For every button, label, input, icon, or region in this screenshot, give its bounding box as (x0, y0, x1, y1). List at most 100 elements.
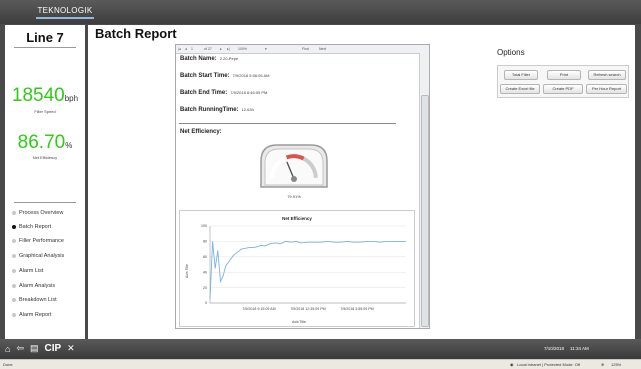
zoom-dropdown-icon[interactable]: ▾ (265, 47, 267, 51)
batch-end-row: Batch End Time: 7/9/2018 8:46:09 PM (180, 90, 267, 96)
chart-x-tick-label: 7/9/2018 3:55:09 PM (340, 307, 373, 311)
net-efficiency-metric: 86.70% (5, 133, 85, 156)
per-hour-report-button[interactable]: Per Hour Report (586, 84, 627, 94)
scrollbar-thumb[interactable] (421, 95, 429, 327)
bullet-icon (12, 254, 16, 258)
zoom-icon[interactable]: ⊕ (601, 362, 604, 367)
options-button-group: Total Filler Print Refresh search Create… (497, 65, 629, 98)
document-icon[interactable]: ▤ (30, 343, 39, 354)
top-bar: TEKNOLOGIK (0, 0, 641, 24)
running-time-value: 12.63h (241, 107, 254, 112)
sidebar-item-label: Process Overview (19, 210, 64, 216)
bullet-icon (12, 284, 16, 288)
net-efficiency-unit: % (65, 141, 73, 150)
sidebar-item-batch-report[interactable]: Batch Report (12, 224, 51, 230)
security-zone-label: Local intranet | Protected Mode: Off (517, 362, 580, 367)
total-filler-button[interactable]: Total Filler (504, 70, 538, 80)
sidebar-item-label: Graphical Analysis (19, 253, 65, 259)
nav-divider (14, 202, 76, 203)
bullet-icon (12, 313, 16, 317)
chart-y-axis-label: Axis Title (185, 264, 189, 278)
batch-end-value: 7/9/2018 8:46:09 PM (230, 90, 268, 95)
efficiency-gauge (260, 144, 328, 188)
sidebar-item-label: Alarm Analysis (19, 283, 56, 289)
sidebar-item-breakdown-list[interactable]: Breakdown List (12, 297, 57, 303)
filler-speed-unit: bph (64, 94, 79, 103)
sidebar-item-label: Alarm Report (19, 312, 52, 318)
net-efficiency-heading: Net Efficiency: (180, 129, 222, 135)
filler-speed-label: Filler Speed (34, 109, 56, 114)
batch-name-value: 2.20-Pepe (219, 56, 239, 61)
sidebar-item-alarm-report[interactable]: Alarm Report (12, 312, 51, 318)
last-page-icon[interactable]: ▸| (227, 47, 230, 51)
time-label: 11:34 AM (570, 346, 589, 351)
sidebar-item-process-overview[interactable]: Process Overview (12, 210, 63, 216)
net-efficiency-label: Net Efficiency (32, 155, 58, 160)
chart-x-axis-label: Axis Title (292, 320, 306, 324)
find-link[interactable]: Find (302, 47, 309, 51)
chart-x-tick-label: 7/9/2018 12:35:09 PM (290, 307, 325, 311)
report-viewer: |◂ ◂ 1 of 27 ▸ ▸| 100% ▾ Find Next Batch… (175, 44, 430, 329)
create-pdf-button[interactable]: Create PDF (543, 84, 583, 94)
bullet-icon (12, 269, 16, 273)
next-link[interactable]: Next (319, 47, 326, 51)
chart-y-tick-label: 60 (203, 255, 207, 259)
chart-x-ticks: 7/9/2018 9:15:09 AM 7/9/2018 12:35:09 PM 7… (242, 307, 373, 311)
cip-button[interactable]: CIP (45, 343, 62, 354)
sidebar-item-label: Breakdown List (19, 297, 57, 303)
sidebar-item-label: Filler Performance (19, 238, 64, 244)
net-efficiency-value: 86.70 (17, 132, 66, 153)
bullet-icon (12, 239, 16, 243)
close-icon[interactable]: ✕ (67, 343, 75, 354)
prev-page-icon[interactable]: ◂ (185, 47, 187, 51)
date-label: 7/10/2018 (544, 346, 565, 351)
bottom-icons: ⌂ ⇦ ▤ CIP ✕ (5, 343, 81, 354)
first-page-icon[interactable]: |◂ (178, 47, 181, 51)
gauge-value-label: 79.91% (287, 194, 301, 199)
chart-y-tick-label: 80 (203, 240, 207, 244)
report-divider (179, 123, 396, 124)
back-icon[interactable]: ⇦ (16, 343, 24, 354)
line-title: Line 7 (26, 30, 64, 45)
security-zone-icon: ◉ (510, 362, 514, 367)
bullet-icon (12, 225, 16, 229)
create-excel-button[interactable]: Create Excel file (500, 84, 540, 94)
batch-name-row: Batch Name: 2.20-Pepe (180, 56, 238, 62)
batch-start-row: Batch Start Time: 7/9/2018 5:56:05 AM (180, 73, 270, 79)
running-time-row: Batch RunningTime: 12.63h (180, 107, 254, 113)
print-button[interactable]: Print (547, 70, 581, 80)
sidebar: Line 7 18540bph Filler Speed 86.70% Net … (5, 25, 85, 339)
bullet-icon (12, 298, 16, 302)
sidebar-item-graphical-analysis[interactable]: Graphical Analysis (12, 253, 64, 259)
zoom-level[interactable]: 125% (611, 362, 621, 367)
page-count: of 27 (204, 47, 212, 51)
sidebar-item-alarm-analysis[interactable]: Alarm Analysis (12, 283, 55, 289)
refresh-search-button[interactable]: Refresh search (588, 70, 626, 80)
zoom-select[interactable]: 100% (238, 47, 247, 51)
status-text: Done (3, 362, 13, 367)
chart-grid (209, 225, 406, 304)
chart-y-tick-label: 40 (203, 270, 207, 274)
chart-y-tick-label: 20 (203, 286, 207, 290)
logo: TEKNOLOGIK (36, 6, 94, 20)
logo-text: TEKNOLOGIK (37, 6, 93, 15)
page-number-input[interactable]: 1 (191, 47, 193, 51)
chart-x-tick-label: 7/9/2018 9:15:09 AM (242, 307, 275, 311)
chart-y-ticks: 0 20 40 60 80 100 (201, 224, 207, 305)
home-icon[interactable]: ⌂ (5, 344, 10, 354)
bottom-bar: ⌂ ⇦ ▤ CIP ✕ 7/10/2018 11:34 AM (0, 339, 641, 359)
chart-series-line (209, 240, 406, 300)
page-title: Batch Report (95, 26, 177, 41)
logo-underline (36, 17, 94, 19)
batch-name-label: Batch Name: (180, 56, 217, 62)
batch-start-value: 7/9/2018 5:56:05 AM (232, 73, 270, 78)
next-page-icon[interactable]: ▸ (220, 47, 222, 51)
sidebar-item-label: Alarm List (19, 268, 44, 274)
filler-speed-value: 18540 (11, 85, 65, 106)
sidebar-item-alarm-list[interactable]: Alarm List (12, 268, 43, 274)
options-title: Options (497, 48, 525, 57)
report-scrollbar[interactable] (419, 53, 429, 328)
title-divider (14, 47, 76, 48)
sidebar-item-filler-performance[interactable]: Filler Performance (12, 238, 64, 244)
batch-end-label: Batch End Time: (180, 90, 228, 96)
